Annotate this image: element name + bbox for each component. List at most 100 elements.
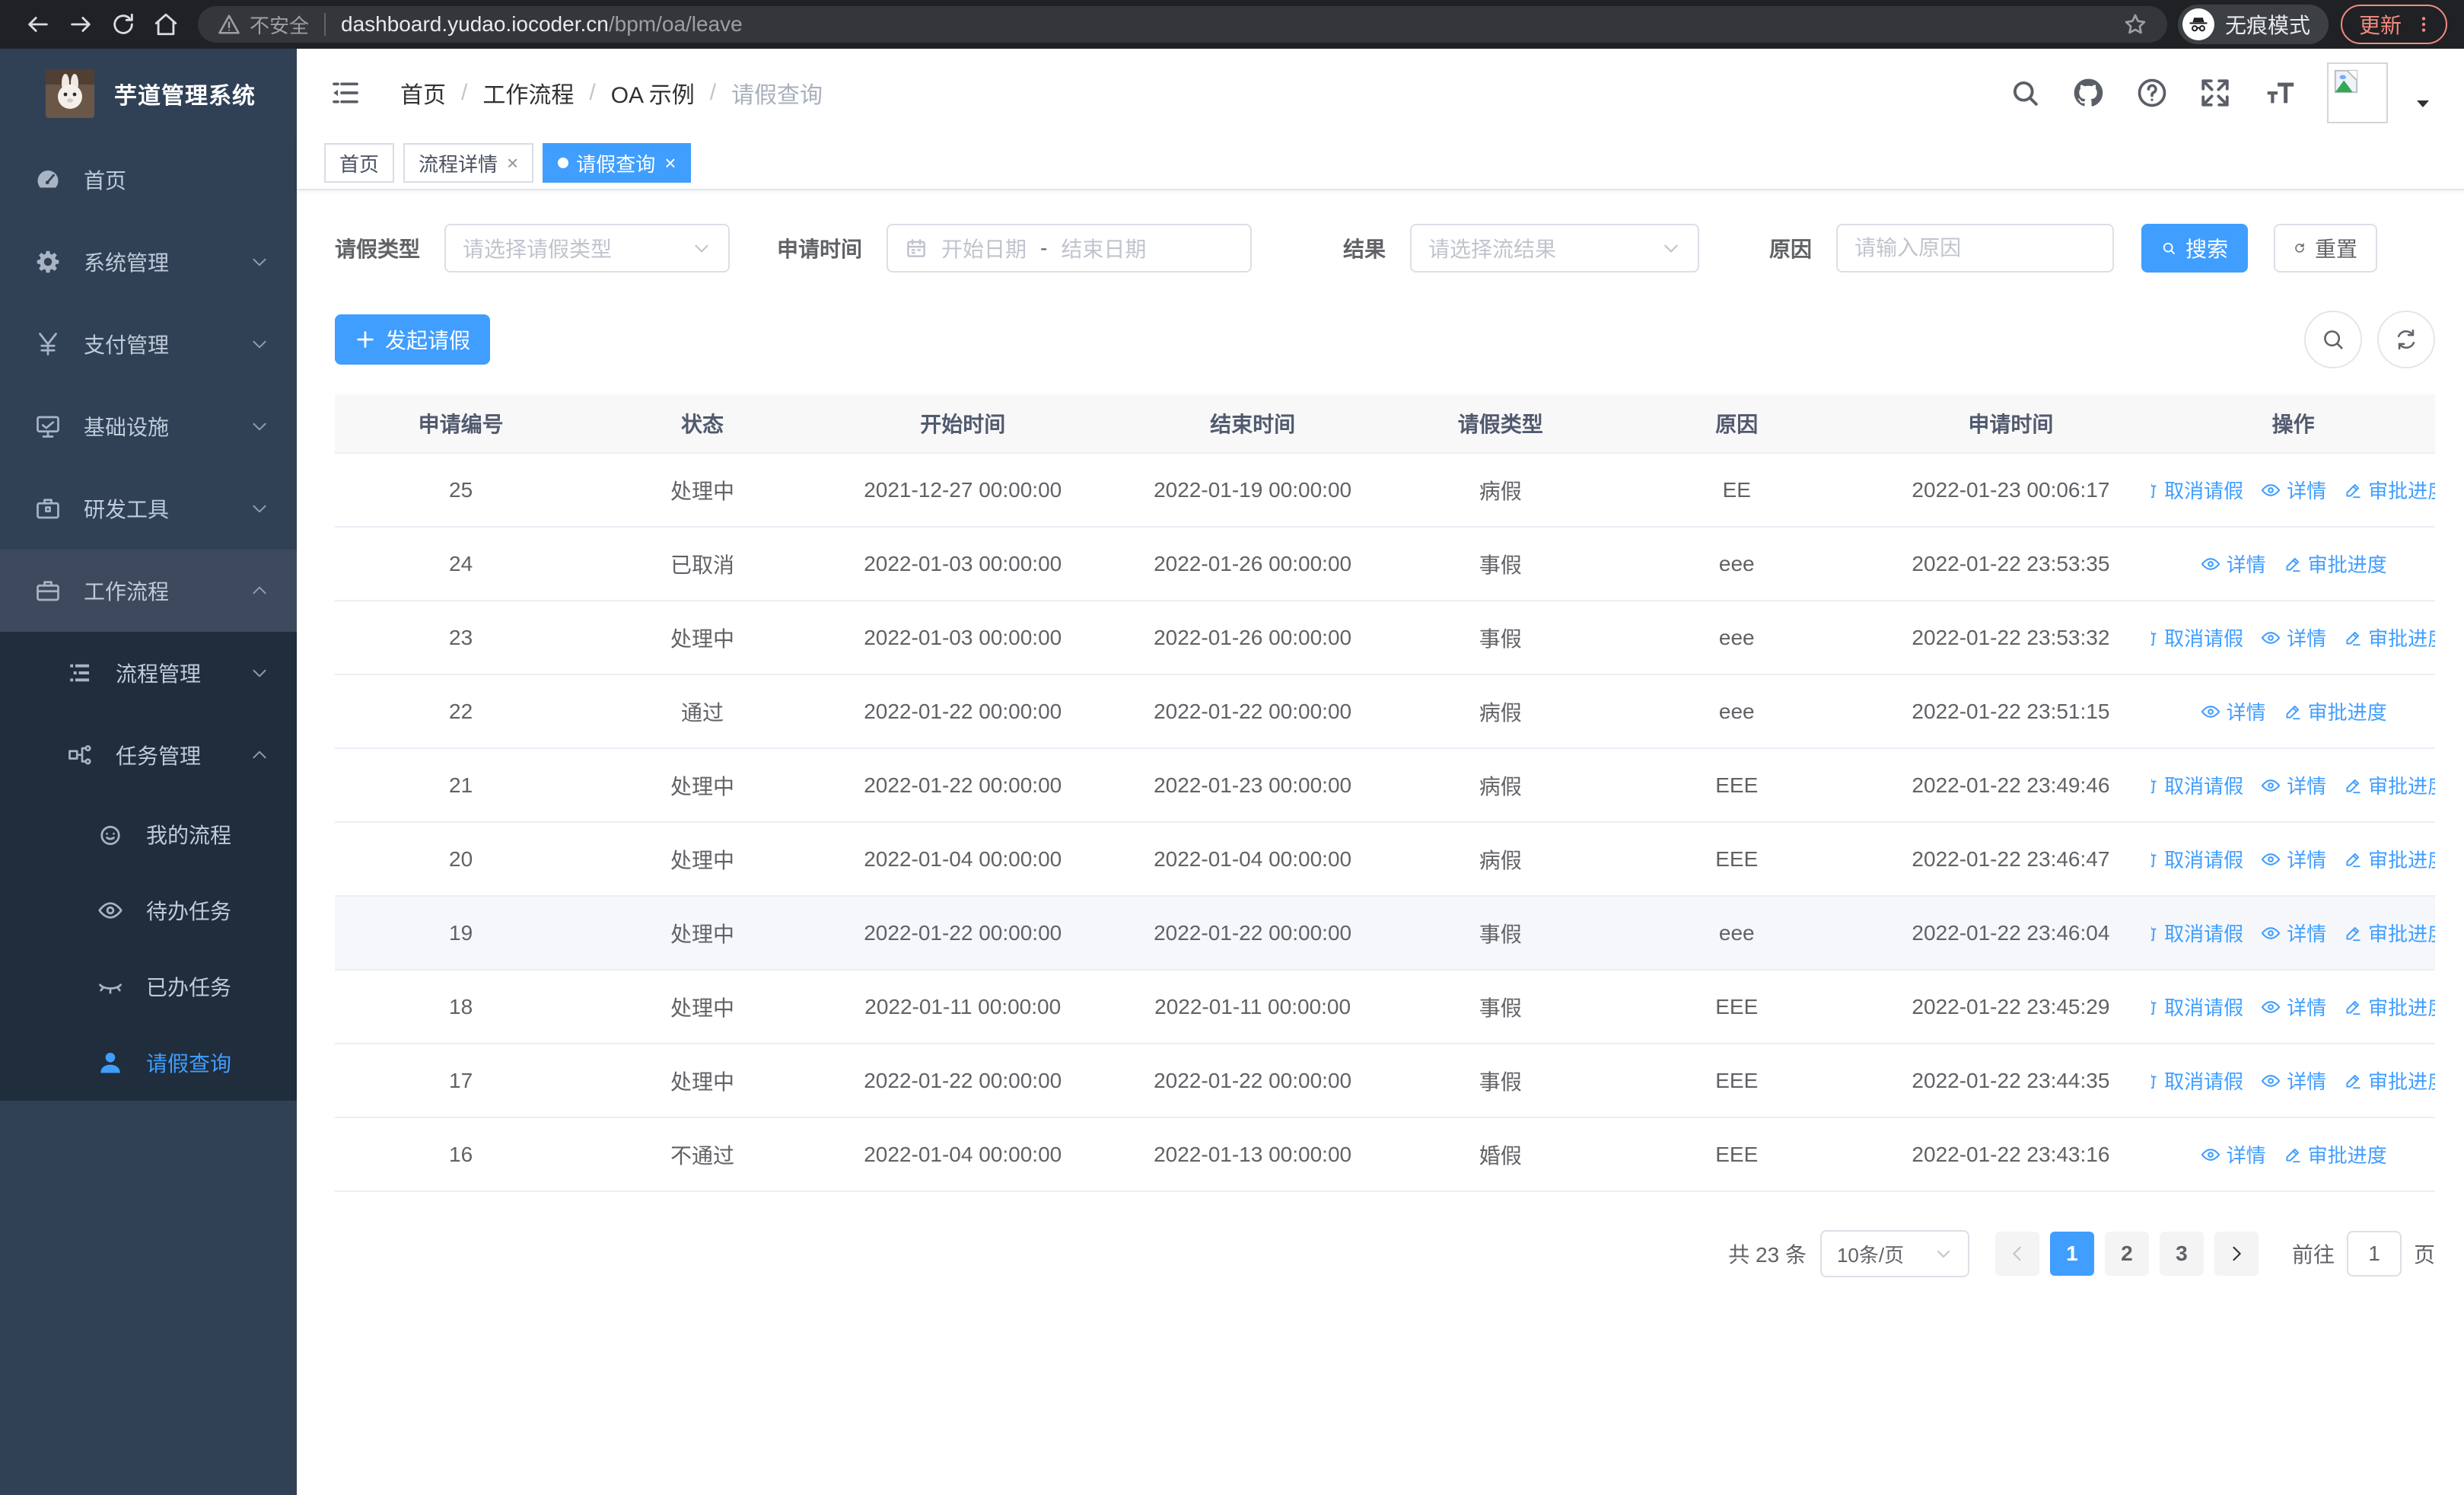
detail-link[interactable]: 详情 [2260, 919, 2326, 947]
sidebar-item-首页[interactable]: 首页 [0, 139, 297, 221]
refresh-table-button[interactable] [2377, 311, 2435, 368]
breadcrumb-item[interactable]: 工作流程 [482, 76, 574, 110]
result-select[interactable]: 请选择流结果 [1410, 224, 1700, 273]
detail-link[interactable]: 详情 [2200, 1140, 2266, 1168]
apply-time-range-picker[interactable]: 开始日期 - 结束日期 [887, 224, 1253, 273]
action-label: 审批进度 [2307, 701, 2387, 724]
eye-icon [2200, 553, 2221, 575]
breadcrumb-separator: / [589, 80, 596, 105]
sidebar-item-已办任务[interactable]: 已办任务 [0, 948, 297, 1025]
progress-link[interactable]: 审批进度 [2343, 623, 2435, 652]
page-button-2[interactable]: 2 [2104, 1232, 2149, 1276]
progress-link[interactable]: 审批进度 [2283, 697, 2387, 725]
tab-请假查询[interactable]: 请假查询 × [543, 143, 692, 183]
cell-end: 2022-01-26 00:00:00 [1154, 625, 1352, 649]
fullscreen-icon[interactable] [2199, 77, 2231, 109]
breadcrumb-item[interactable]: 首页 [400, 76, 446, 110]
progress-link[interactable]: 审批进度 [2343, 993, 2435, 1021]
detail-link[interactable]: 详情 [2260, 623, 2326, 652]
page-size-select[interactable]: 10条/页 [1819, 1230, 1969, 1277]
header-search-icon[interactable] [2009, 77, 2041, 109]
browser-home-button[interactable] [145, 3, 187, 46]
page-button-3[interactable]: 3 [2159, 1232, 2204, 1276]
submenu-工作流程: 流程管理 任务管理 我的流程 待办任务 已办任务 请假查询 [0, 632, 297, 1101]
avatar-caret-icon[interactable] [2414, 94, 2432, 113]
detail-link[interactable]: 详情 [2260, 993, 2326, 1021]
browser-update-button[interactable]: 更新 [2340, 5, 2447, 44]
create-leave-button[interactable]: 发起请假 [335, 314, 491, 365]
progress-link[interactable]: 审批进度 [2283, 550, 2387, 578]
tab-流程详情[interactable]: 流程详情 × [403, 143, 534, 183]
sidebar-item-基础设施[interactable]: 基础设施 [0, 385, 297, 467]
prev-page-button[interactable] [1994, 1232, 2039, 1276]
reason-input[interactable] [1854, 236, 2096, 260]
cell-status: 处理中 [670, 922, 734, 946]
sidebar-item-label: 支付管理 [84, 333, 170, 357]
detail-link[interactable]: 详情 [2260, 476, 2326, 504]
progress-link[interactable]: 审批进度 [2343, 476, 2435, 504]
sidebar-item-工作流程[interactable]: 工作流程 [0, 550, 297, 632]
progress-link[interactable]: 审批进度 [2343, 845, 2435, 873]
bookmark-star-icon[interactable] [2123, 12, 2147, 37]
next-page-button[interactable] [2214, 1232, 2259, 1276]
reset-button[interactable]: 重置 [2274, 224, 2378, 273]
sidebar-collapse-button[interactable] [330, 78, 361, 108]
help-icon[interactable] [2135, 76, 2169, 110]
progress-link[interactable]: 审批进度 [2343, 1066, 2435, 1095]
cancel-leave-link[interactable]: 取消请假 [2151, 919, 2243, 947]
app-logo-row[interactable]: 芋道管理系统 [0, 49, 297, 139]
user-avatar[interactable] [2327, 62, 2388, 123]
search-button[interactable]: 搜索 [2141, 224, 2249, 273]
detail-link[interactable]: 详情 [2200, 550, 2266, 578]
browser-forward-button[interactable] [59, 3, 102, 46]
cancel-leave-link[interactable]: 取消请假 [2151, 771, 2243, 799]
github-icon[interactable] [2071, 76, 2105, 110]
detail-link[interactable]: 详情 [2260, 771, 2326, 799]
edit-icon [2283, 702, 2303, 722]
progress-link[interactable]: 审批进度 [2283, 1140, 2387, 1168]
column-header: 开始时间 [920, 413, 1006, 436]
leave-type-select[interactable]: 请选择请假类型 [444, 224, 731, 273]
address-bar[interactable]: 不安全 dashboard.yudao.iocoder.cn/bpm/oa/le… [198, 6, 2167, 43]
browser-back-button[interactable] [17, 3, 59, 46]
sidebar-item-请假查询[interactable]: 请假查询 [0, 1025, 297, 1101]
chevron-down-icon [250, 663, 269, 683]
close-icon[interactable]: × [664, 153, 676, 173]
goto-page-input[interactable] [2346, 1231, 2402, 1277]
sidebar-item-研发工具[interactable]: 研发工具 [0, 467, 297, 550]
cancel-leave-link[interactable]: 取消请假 [2151, 845, 2243, 873]
detail-link[interactable]: 详情 [2200, 697, 2266, 725]
sidebar-item-支付管理[interactable]: 支付管理 [0, 303, 297, 385]
eye-icon [2200, 1144, 2221, 1165]
cell-end: 2022-01-04 00:00:00 [1154, 846, 1352, 871]
cancel-leave-link[interactable]: 取消请假 [2151, 1066, 2243, 1095]
show-search-toggle-button[interactable] [2304, 311, 2362, 368]
cancel-leave-link[interactable]: 取消请假 [2151, 993, 2243, 1021]
font-size-icon[interactable] [2262, 75, 2297, 110]
close-icon[interactable]: × [507, 153, 518, 173]
cancel-leave-link[interactable]: 取消请假 [2151, 623, 2243, 652]
security-chip[interactable]: 不安全 [218, 11, 309, 39]
browser-reload-button[interactable] [102, 3, 145, 46]
cell-type: 病假 [1479, 774, 1522, 799]
url-text: dashboard.yudao.iocoder.cn/bpm/oa/leave [341, 12, 743, 36]
sidebar-item-待办任务[interactable]: 待办任务 [0, 872, 297, 948]
column-header: 操作 [2271, 413, 2315, 436]
detail-link[interactable]: 详情 [2260, 845, 2326, 873]
sidebar-item-系统管理[interactable]: 系统管理 [0, 221, 297, 303]
sidebar-item-流程管理[interactable]: 流程管理 [0, 632, 297, 714]
breadcrumb-item[interactable]: OA 示例 [611, 76, 695, 110]
tab-首页[interactable]: 首页 [324, 143, 395, 183]
detail-link[interactable]: 详情 [2260, 1066, 2326, 1095]
chevron-down-icon [1664, 244, 1678, 253]
org-tree-icon [62, 741, 97, 769]
progress-link[interactable]: 审批进度 [2343, 771, 2435, 799]
sidebar-item-我的流程[interactable]: 我的流程 [0, 796, 297, 872]
page-button-1[interactable]: 1 [2049, 1232, 2094, 1276]
sidebar-item-label: 研发工具 [84, 498, 170, 521]
cancel-leave-link[interactable]: 取消请假 [2151, 476, 2243, 504]
chevron-down-icon [250, 416, 269, 436]
sidebar-item-任务管理[interactable]: 任务管理 [0, 714, 297, 796]
plus-icon [357, 331, 374, 348]
progress-link[interactable]: 审批进度 [2343, 919, 2435, 947]
